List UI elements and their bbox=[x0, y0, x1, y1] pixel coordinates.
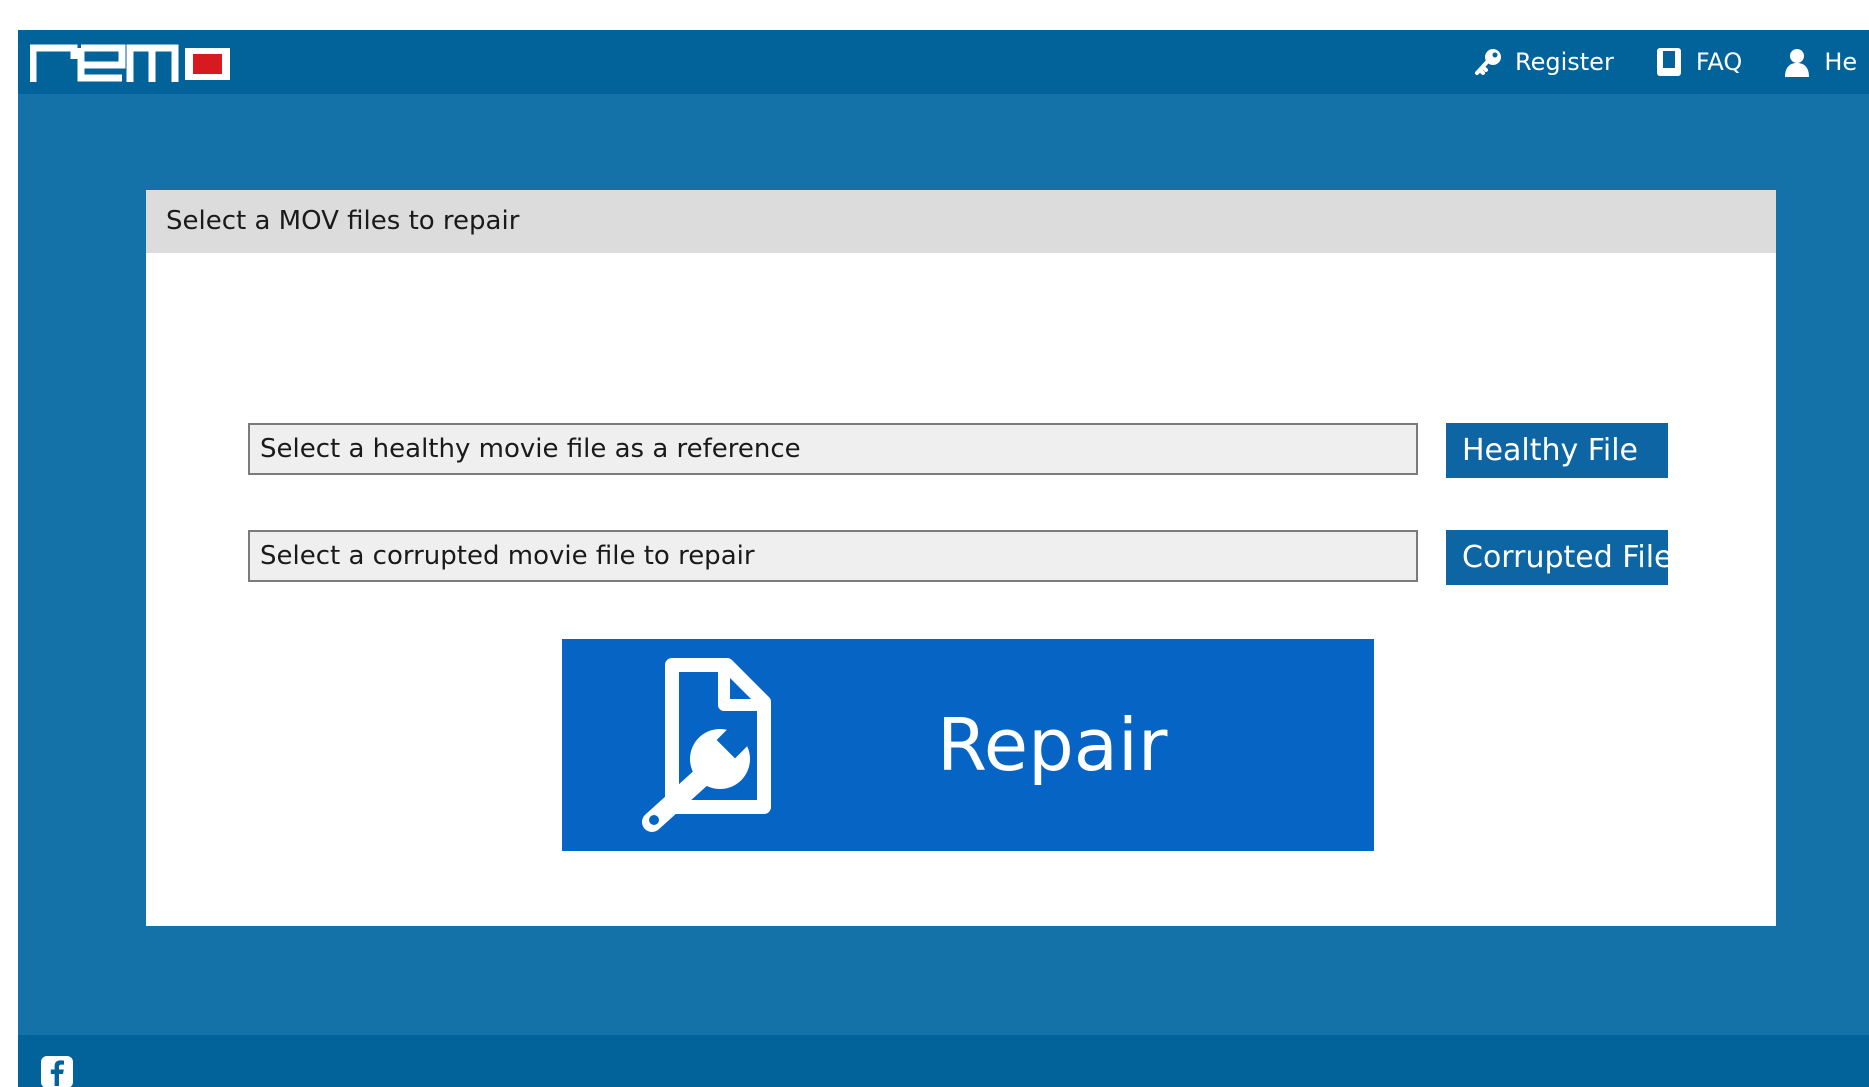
footer-bar bbox=[18, 1035, 1869, 1087]
top-bar: remo Register bbox=[18, 30, 1869, 94]
remo-logo: remo bbox=[30, 42, 235, 82]
help-label: He bbox=[1824, 48, 1858, 76]
file-selection-panel: Select a MOV files to repair Healthy Fil… bbox=[146, 190, 1776, 926]
panel-header: Select a MOV files to repair bbox=[146, 190, 1776, 253]
corrupted-file-button[interactable]: Corrupted File bbox=[1446, 530, 1668, 585]
remo-logo-mark: remo bbox=[30, 44, 230, 82]
faq-label: FAQ bbox=[1695, 48, 1743, 76]
corrupted-file-field[interactable] bbox=[248, 530, 1418, 582]
register-label: Register bbox=[1515, 48, 1614, 76]
panel-title: Select a MOV files to repair bbox=[166, 206, 520, 236]
help-link[interactable]: He bbox=[1782, 47, 1857, 77]
healthy-file-field[interactable] bbox=[248, 423, 1418, 475]
person-icon bbox=[1785, 49, 1810, 77]
faq-link[interactable]: FAQ bbox=[1654, 47, 1743, 77]
key-icon bbox=[1475, 49, 1501, 75]
healthy-file-button[interactable]: Healthy File bbox=[1446, 423, 1668, 478]
facebook-icon[interactable] bbox=[40, 1055, 74, 1087]
app-window: remo Register bbox=[18, 30, 1869, 1087]
book-icon bbox=[1656, 48, 1681, 76]
repair-button[interactable]: Repair bbox=[562, 639, 1374, 851]
repair-button-label: Repair bbox=[937, 703, 1168, 787]
register-link[interactable]: Register bbox=[1473, 47, 1614, 77]
file-wrench-icon bbox=[642, 658, 771, 832]
top-navigation: Register FAQ He bbox=[1473, 30, 1869, 94]
